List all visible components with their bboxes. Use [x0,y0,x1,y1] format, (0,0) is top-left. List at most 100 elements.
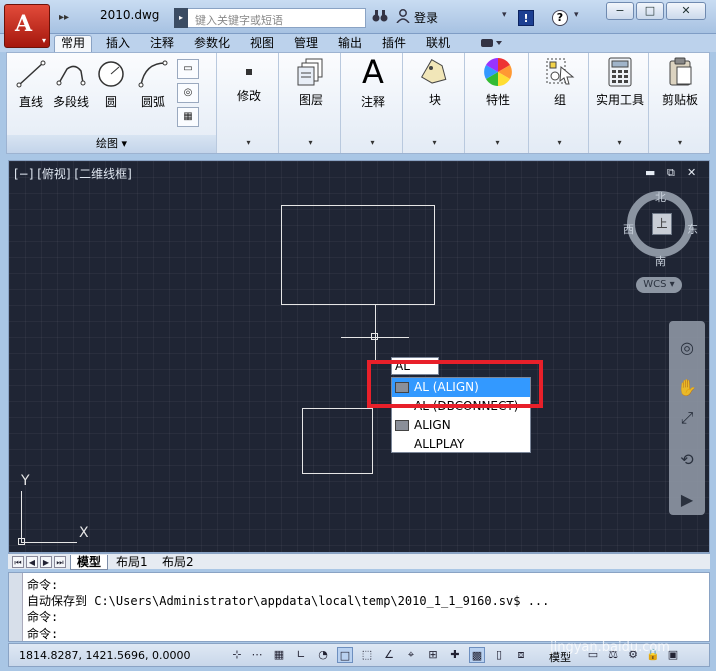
tab-model[interactable]: 模型 [70,555,109,570]
pan-hand-icon[interactable]: ✋ [675,377,699,399]
hatch-icon[interactable]: ▦ [177,107,199,127]
compass-north[interactable]: 北 [655,189,666,205]
showmotion-icon[interactable]: ▶ [675,489,699,511]
properties-panel[interactable]: 特性 ▾ [467,53,529,153]
wcs-menu-button[interactable]: WCS ▾ [636,277,682,293]
tab-layout2[interactable]: 布局2 [156,555,200,569]
drawing-canvas[interactable]: [−] [俯视] [二维线框] ▬ ⧉ ✕ 上 北 南 西 东 WCS ▾ ◎ … [8,160,710,553]
ellipse-icon[interactable]: ◎ [177,83,199,103]
autocomplete-item-allplay[interactable]: ALLPLAY [392,435,530,454]
compass-west[interactable]: 西 [623,221,634,237]
group-dropdown-icon[interactable]: ▾ [531,138,588,147]
draw-panel-title[interactable]: 绘图 ▾ [7,135,216,153]
cursor-coordinates[interactable]: 1814.8287, 1421.5696, 0.0000 [19,649,190,662]
orbit-icon[interactable]: ⟲ [675,449,699,471]
viewport-restore-icon[interactable]: ⧉ [667,166,675,180]
steering-wheel-icon[interactable]: ◎ [675,337,699,359]
tab-layout1[interactable]: 布局1 [110,555,154,569]
tab-view[interactable]: 视图 [244,36,280,52]
3d-object-snap-icon[interactable]: ⬚ [359,647,375,663]
rectangle-object-lower[interactable] [302,408,373,474]
compass-east[interactable]: 东 [687,221,698,237]
selection-cycling-icon[interactable]: ⧈ [513,647,529,663]
tab-output[interactable]: 输出 [332,36,368,52]
rectangle-icon[interactable]: ▭ [177,59,199,79]
clipboard-dropdown-icon[interactable]: ▾ [651,138,709,147]
command-prompt[interactable]: 命令: [27,625,58,642]
dynamic-ucs-icon[interactable]: ⌖ [403,647,419,663]
utilities-panel[interactable]: 实用工具 ▾ [591,53,649,153]
user-icon[interactable] [396,9,410,27]
zoom-extents-icon[interactable]: ⤢ [675,407,699,429]
tab-home[interactable]: 常用 [54,35,93,53]
viewport-minimize-icon[interactable]: ▬ [645,166,655,179]
viewport-controls-label[interactable]: [−] [俯视] [二维线框] [14,165,132,182]
search-dropdown-icon[interactable]: ▸ [174,8,188,28]
clipboard-panel[interactable]: 剪贴板 ▾ [651,53,709,153]
group-panel[interactable]: 组 ▾ [531,53,589,153]
login-dropdown-icon[interactable]: ▾ [502,10,507,20]
rectangle-object-upper[interactable] [281,205,435,305]
last-layout-icon[interactable]: ⏭ [54,556,66,568]
modify-tool[interactable]: 修改 [219,67,279,104]
grid-display-icon[interactable]: ▦ [271,647,287,663]
layers-tool[interactable]: 图层 [281,57,341,108]
viewport-close-icon[interactable]: ✕ [687,166,696,179]
close-button[interactable]: ✕ [666,2,706,20]
command-window[interactable]: 命令: 自动保存到 C:\Users\Administrator\appdata… [8,572,710,642]
compass-south[interactable]: 南 [655,253,666,269]
command-window-grip[interactable] [9,573,23,641]
block-tool[interactable]: 块 [405,57,465,108]
restore-button[interactable]: □ [636,2,664,20]
next-layout-icon[interactable]: ▶ [40,556,52,568]
group-tool[interactable]: 组 [531,57,589,108]
polyline-tool[interactable]: 多段线 [51,59,91,110]
line-tool[interactable]: 直线 [13,59,49,110]
properties-dropdown-icon[interactable]: ▾ [467,138,528,147]
login-link[interactable]: 登录 [414,9,438,26]
first-layout-icon[interactable]: ⏮ [12,556,24,568]
modify-panel[interactable]: 修改 ▾ [219,53,279,153]
layers-dropdown-icon[interactable]: ▾ [281,138,340,147]
polar-tracking-icon[interactable]: ◔ [315,647,331,663]
ribbon-minimize-icon[interactable] [480,37,506,49]
annotation-dropdown-icon[interactable]: ▾ [343,138,402,147]
tab-insert[interactable]: 插入 [100,36,136,52]
minimize-button[interactable]: − [606,2,634,20]
object-snap-icon[interactable]: □ [337,647,353,663]
tab-annotate[interactable]: 注释 [144,36,180,52]
properties-tool[interactable]: 特性 [467,57,529,108]
lineweight-icon[interactable]: ✚ [447,647,463,663]
circle-tool[interactable]: 圆 [93,59,129,110]
object-snap-tracking-icon[interactable]: ∠ [381,647,397,663]
tab-plugins[interactable]: 插件 [376,36,412,52]
transparency-icon[interactable]: ▩ [469,647,485,663]
tab-online[interactable]: 联机 [420,36,456,52]
infer-constraints-icon[interactable]: ⊹ [229,647,245,663]
application-menu-button[interactable]: A ▾ [4,4,50,48]
block-panel[interactable]: 块 ▾ [405,53,465,153]
tab-manage[interactable]: 管理 [288,36,324,52]
viewcube-top-face[interactable]: 上 [652,213,672,235]
info-center-button[interactable]: ! [518,10,534,26]
modify-dropdown-icon[interactable]: ▾ [219,138,278,147]
utilities-dropdown-icon[interactable]: ▾ [591,138,648,147]
prev-layout-icon[interactable]: ◀ [26,556,38,568]
tab-parametric[interactable]: 参数化 [188,36,236,52]
block-dropdown-icon[interactable]: ▾ [405,138,464,147]
arc-tool[interactable]: 圆弧 [133,59,173,110]
snap-mode-icon[interactable]: ⋯ [249,647,265,663]
annotation-tool[interactable]: A 注释 [343,55,403,110]
binoculars-icon[interactable] [372,9,388,27]
help-button[interactable]: ? [552,10,568,26]
ortho-mode-icon[interactable]: ∟ [293,647,309,663]
search-input[interactable]: 键入关键字或短语 [174,8,366,28]
help-dropdown-icon[interactable]: ▾ [574,10,579,20]
utilities-tool[interactable]: 实用工具 [591,57,649,108]
quick-access-expand-icon[interactable]: ▸▸ [54,8,74,28]
annotation-panel[interactable]: A 注释 ▾ [343,53,403,153]
clipboard-tool[interactable]: 剪贴板 [651,57,709,108]
dynamic-input-icon[interactable]: ⊞ [425,647,441,663]
quick-properties-icon[interactable]: ▯ [491,647,507,663]
layers-panel[interactable]: 图层 ▾ [281,53,341,153]
